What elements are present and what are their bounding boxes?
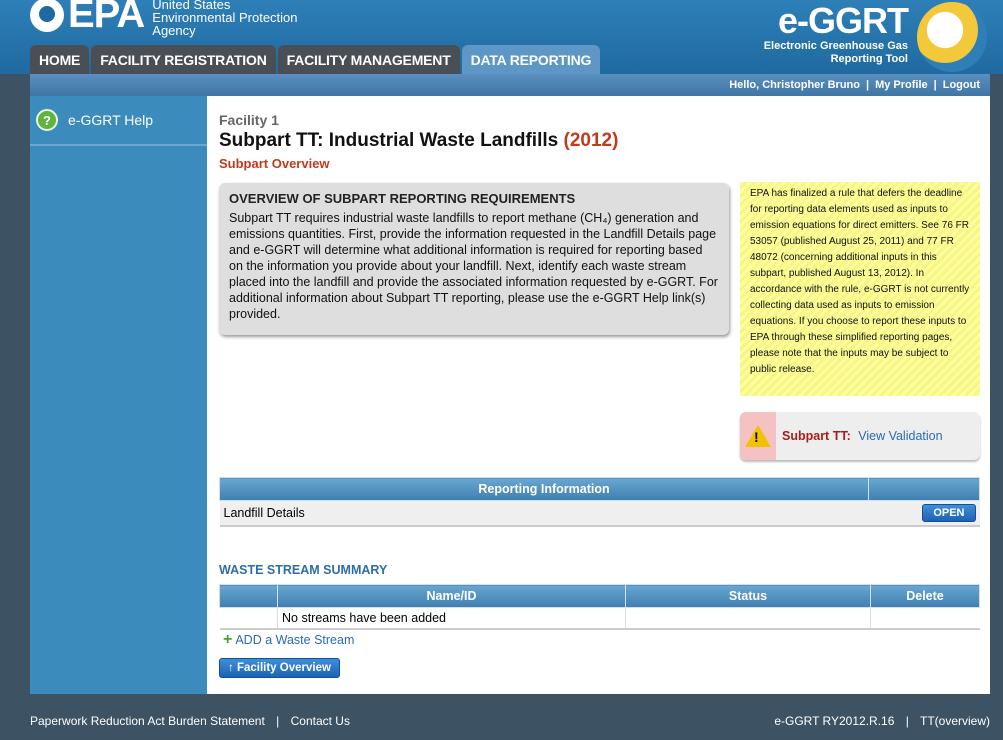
epa-flower-icon [30, 0, 64, 32]
empty-streams-message: No streams have been added [277, 607, 626, 630]
user-bar-separator: | [866, 79, 870, 91]
tab-data-reporting[interactable]: DATA REPORTING [461, 45, 601, 74]
footer-separator: | [905, 714, 909, 728]
table-row: Landfill Details OPEN [219, 500, 980, 527]
add-waste-stream-link[interactable]: + ADD a Waste Stream [223, 631, 355, 648]
agency-line-3: Agency [152, 23, 196, 38]
epa-logo-text: EPA [68, 0, 145, 36]
plus-icon: + [223, 631, 233, 648]
row-select-header [219, 584, 278, 608]
open-button[interactable]: OPEN [922, 504, 976, 522]
footer-separator: | [276, 714, 280, 728]
facility-name: Facility 1 [219, 112, 279, 128]
brand-sub-line-1: Electronic Greenhouse Gas [763, 40, 908, 52]
arrow-up-icon: ↑ [228, 662, 234, 674]
add-waste-stream-label: ADD a Waste Stream [235, 633, 355, 647]
page-title-text: Subpart TT: Industrial Waste Landfills [219, 130, 559, 151]
validation-panel: ! Subpart TT: View Validation [740, 412, 980, 460]
user-greeting: Hello, Christopher Bruno [729, 79, 860, 91]
reporting-year: (2012) [563, 130, 619, 151]
deferral-notice: EPA has finalized a rule that defers the… [740, 182, 980, 396]
delete-header: Delete [870, 584, 980, 608]
name-id-header: Name/ID [277, 584, 626, 608]
sidebar-item-help[interactable]: ? e-GGRT Help [30, 96, 207, 146]
validation-text: Subpart TT: View Validation [782, 429, 943, 443]
overview-text: Subpart TT requires industrial waste lan… [229, 211, 718, 321]
help-link-label: e-GGRT Help [68, 112, 154, 128]
status-header: Status [625, 584, 871, 608]
main-nav-tabs: HOME FACILITY REGISTRATION FACILITY MANA… [30, 45, 601, 74]
egret-logo-icon [917, 2, 987, 72]
waste-stream-table: Name/ID Status Delete No streams have be… [219, 584, 980, 630]
contact-us-link[interactable]: Contact Us [291, 714, 350, 728]
user-bar-separator: | [933, 79, 937, 91]
brand-title: e-GGRT [777, 0, 909, 41]
waste-stream-title: WASTE STREAM SUMMARY [219, 563, 388, 577]
status-cell [625, 607, 871, 630]
agency-name: United States Environmental Protection A… [152, 0, 297, 37]
version-text: e-GGRT RY2012.R.16 [774, 714, 895, 728]
overview-heading: OVERVIEW OF SUBPART REPORTING REQUIREMEN… [229, 191, 576, 206]
table-row: No streams have been added [219, 607, 980, 630]
empty-cell [219, 607, 278, 630]
page-title: Subpart TT: Industrial Waste Landfills (… [219, 130, 618, 152]
tab-facility-management[interactable]: FACILITY MANAGEMENT [277, 45, 460, 74]
help-icon: ? [36, 109, 58, 131]
tab-home[interactable]: HOME [30, 45, 90, 74]
landfill-details-cell: Landfill Details [219, 500, 869, 527]
delete-cell [870, 607, 980, 630]
page-subtitle: Subpart Overview [219, 156, 330, 171]
facility-overview-button[interactable]: ↑ Facility Overview [219, 658, 340, 678]
sidebar: ? e-GGRT Help [30, 96, 207, 694]
overview-panel: OVERVIEW OF SUBPART REPORTING REQUIREMEN… [219, 183, 729, 335]
my-profile-link[interactable]: My Profile [875, 79, 928, 91]
warning-box: ! [740, 412, 776, 460]
paperwork-link[interactable]: Paperwork Reduction Act Burden Statement [30, 714, 265, 728]
brand-sub-line-2: Reporting Tool [830, 53, 908, 65]
reporting-info-table: Reporting Information Landfill Details O… [219, 477, 980, 527]
warning-icon: ! [745, 425, 771, 447]
reporting-info-header: Reporting Information [219, 477, 869, 501]
footer: Paperwork Reduction Act Burden Statement… [30, 714, 990, 732]
view-validation-link[interactable]: View Validation [858, 429, 942, 443]
main-content: Facility 1 Subpart TT: Industrial Waste … [207, 96, 990, 694]
user-bar: Hello, Christopher Bruno | My Profile | … [30, 74, 990, 96]
header: EPA United States Environmental Protecti… [0, 0, 1003, 74]
facility-overview-label: Facility Overview [236, 662, 331, 674]
validation-label: Subpart TT: [782, 429, 851, 443]
reporting-info-action-header [868, 477, 980, 501]
egg-rt-brand: e-GGRT Electronic Greenhouse Gas Reporti… [763, 0, 909, 66]
logout-link[interactable]: Logout [943, 79, 980, 91]
epa-logo[interactable]: EPA United States Environmental Protecti… [30, 0, 298, 37]
tab-facility-registration[interactable]: FACILITY REGISTRATION [91, 45, 276, 74]
page-id-text: TT(overview) [919, 714, 990, 728]
